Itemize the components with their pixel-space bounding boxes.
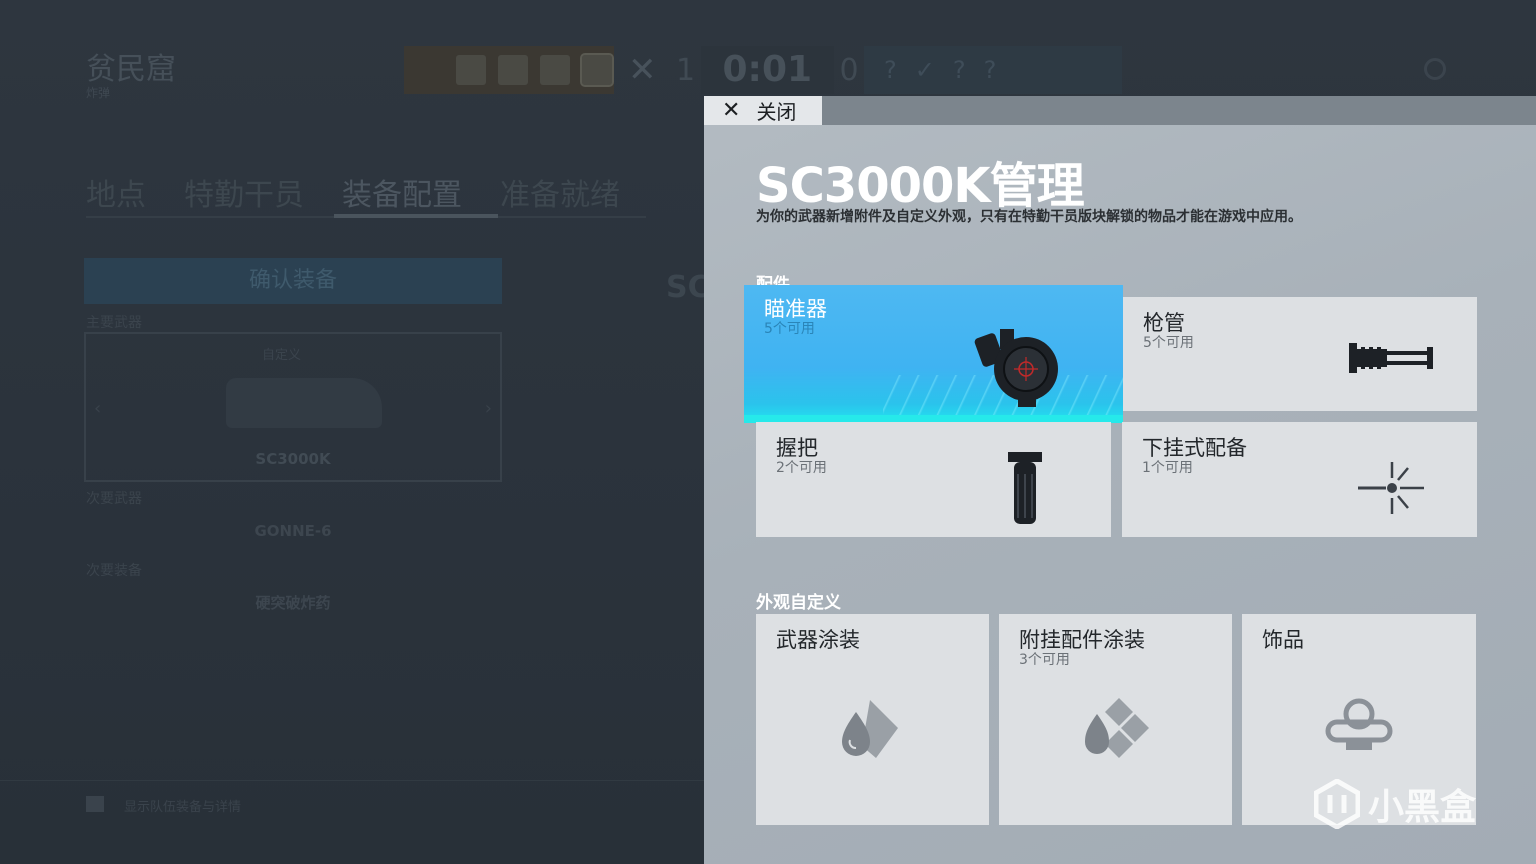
- enemy-operators: ? ✓ ? ?: [864, 46, 1122, 94]
- primary-weapon-label: 主要武器: [86, 315, 142, 331]
- close-icon: ✕: [722, 97, 741, 123]
- operator-slot-selected: [580, 53, 614, 87]
- card-count: 2个可用: [776, 460, 827, 476]
- xiaoheihe-logo-icon: [1314, 779, 1360, 829]
- weapon-management-panel: ✕ 关闭 SC3000K管理 为你的武器新增附件及自定义外观，只有在特勤干员版块…: [704, 96, 1536, 864]
- card-count: 5个可用: [1143, 335, 1194, 351]
- attachment-card-underbarrel[interactable]: 下挂式配备 1个可用: [1122, 422, 1477, 537]
- operator-slot: [456, 55, 486, 85]
- panel-top-bar: [704, 96, 1536, 125]
- enemy-slot: ?: [952, 56, 966, 84]
- cross-icon: ✕: [628, 50, 657, 90]
- appearance-card-weapon-skin[interactable]: 武器涂装: [756, 614, 989, 825]
- attachment-paint-icon: [1085, 698, 1149, 758]
- card-count: 3个可用: [1019, 652, 1070, 668]
- score-left: 1: [675, 52, 696, 88]
- close-label: 关闭: [756, 100, 797, 124]
- loadout-tabs: 地点 特勤干员 装备配置 准备就绪: [86, 170, 620, 214]
- settings-gear-icon: [1424, 58, 1446, 80]
- map-mode: 炸弹: [86, 86, 111, 100]
- operator-slot: [540, 55, 570, 85]
- paint-drop-icon: [842, 700, 898, 758]
- appearance-card-attachment-skin[interactable]: 附挂配件涂装 3个可用: [999, 614, 1232, 825]
- enemy-slot: ✓: [914, 56, 935, 84]
- chevron-right-icon: ›: [484, 398, 492, 419]
- round-timer: 0:01: [700, 46, 835, 94]
- secondary-weapon-slot: GONNE-6: [254, 522, 332, 540]
- enemy-slot: ?: [983, 56, 997, 84]
- primary-weapon-box: 自定义 ‹ › SC3000K: [84, 332, 502, 482]
- card-count: 5个可用: [764, 321, 815, 337]
- barrel-icon: [1349, 343, 1433, 373]
- attachment-card-grip[interactable]: 握把 2个可用: [756, 422, 1111, 537]
- weapon-silhouette: [226, 378, 382, 428]
- customize-label: 自定义: [262, 348, 302, 363]
- team-operators: [404, 46, 614, 94]
- appearance-section-label: 外观自定义: [756, 593, 841, 613]
- tab-active-indicator: [334, 214, 498, 218]
- team-info-hint: 显示队伍装备与详情: [124, 800, 242, 815]
- gadget-label: 次要装备: [86, 563, 142, 579]
- tab-ready: 准备就绪: [500, 178, 620, 213]
- tab-loadout: 装备配置: [342, 178, 462, 213]
- grip-icon: [1008, 452, 1042, 524]
- gadget-slot: 硬突破炸药: [255, 594, 331, 612]
- card-count: 1个可用: [1142, 460, 1193, 476]
- scope-icon: [974, 329, 1058, 407]
- watermark: 小黑盒: [1314, 778, 1476, 830]
- tab-location: 地点: [86, 178, 146, 213]
- close-button[interactable]: ✕ 关闭: [704, 96, 822, 125]
- score-right: 0: [839, 52, 859, 88]
- secondary-weapon-label: 次要武器: [86, 491, 142, 507]
- attachment-card-barrel[interactable]: 枪管 5个可用: [1123, 297, 1477, 411]
- bottom-divider: [0, 780, 704, 781]
- operator-slot: [498, 55, 528, 85]
- enemy-slot: ?: [884, 56, 897, 84]
- confirm-loadout-button: 确认装备: [84, 258, 502, 304]
- primary-weapon-name: SC3000K: [255, 450, 331, 468]
- tab-operators: 特勤干员: [184, 178, 304, 213]
- team-info-icon: [86, 796, 104, 812]
- card-title: 武器涂装: [776, 628, 860, 652]
- panel-description: 为你的武器新增附件及自定义外观，只有在特勤干员版块解锁的物品才能在游戏中应用。: [756, 209, 1302, 225]
- top-hud: ✕ 1 0:01 0 ? ✓ ? ?: [404, 46, 1122, 94]
- chevron-left-icon: ‹: [94, 398, 102, 419]
- charm-icon: [1325, 698, 1393, 750]
- laser-icon: [1358, 462, 1424, 514]
- watermark-text: 小黑盒: [1368, 787, 1477, 828]
- map-title: 贫民窟: [86, 52, 176, 87]
- card-title: 饰品: [1262, 628, 1304, 652]
- attachment-card-scope[interactable]: 瞄准器 5个可用: [744, 285, 1123, 423]
